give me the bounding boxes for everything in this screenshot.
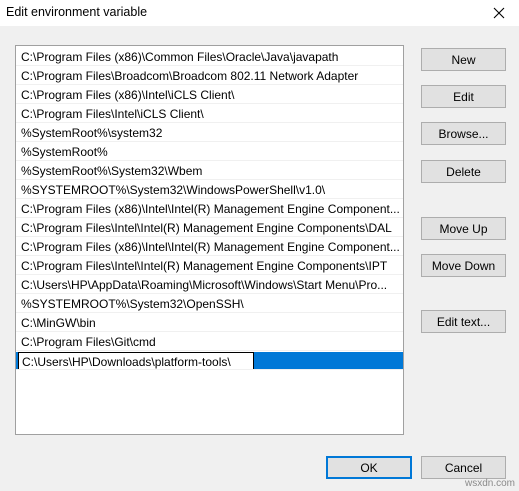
list-item[interactable]: %SYSTEMROOT%\System32\WindowsPowerShell\…	[16, 181, 403, 199]
move-up-button[interactable]: Move Up	[421, 217, 506, 240]
ok-button[interactable]: OK	[326, 456, 412, 479]
list-item[interactable]: C:\Users\HP\AppData\Roaming\Microsoft\Wi…	[16, 276, 403, 294]
list-item-text: %SystemRoot%\system32	[21, 126, 163, 140]
path-edit-input[interactable]	[18, 352, 254, 369]
move-down-button[interactable]: Move Down	[421, 254, 506, 277]
list-item-text: %SYSTEMROOT%\System32\WindowsPowerShell\…	[21, 183, 326, 197]
edit-button[interactable]: Edit	[421, 85, 506, 108]
delete-button[interactable]: Delete	[421, 160, 506, 183]
close-button[interactable]	[479, 0, 519, 26]
list-item[interactable]: C:\Program Files\Git\cmd	[16, 333, 403, 351]
browse-button[interactable]: Browse...	[421, 122, 506, 145]
list-item[interactable]: C:\Program Files\Broadcom\Broadcom 802.1…	[16, 67, 403, 85]
list-item-text: %SystemRoot%\System32\Wbem	[21, 164, 203, 178]
list-item-text: C:\Program Files (x86)\Intel\Intel(R) Ma…	[21, 202, 400, 216]
window-title: Edit environment variable	[6, 5, 148, 19]
list-item[interactable]: %SystemRoot%	[16, 143, 403, 161]
list-item-text: C:\Users\HP\AppData\Roaming\Microsoft\Wi…	[21, 278, 388, 292]
path-list[interactable]: C:\Program Files (x86)\Common Files\Orac…	[15, 45, 404, 435]
list-item[interactable]: C:\Program Files\Intel\iCLS Client\	[16, 105, 403, 123]
list-item-editing[interactable]	[16, 352, 403, 370]
list-item-text: C:\Program Files\Broadcom\Broadcom 802.1…	[21, 69, 359, 83]
close-icon	[493, 7, 505, 19]
list-item-text: C:\MinGW\bin	[21, 316, 96, 330]
list-item[interactable]: C:\Program Files\Intel\Intel(R) Manageme…	[16, 257, 403, 275]
list-item[interactable]: C:\Program Files (x86)\Intel\Intel(R) Ma…	[16, 238, 403, 256]
cancel-button[interactable]: Cancel	[421, 456, 506, 479]
edit-text-button[interactable]: Edit text...	[421, 310, 506, 333]
list-item-text: C:\Program Files (x86)\Intel\Intel(R) Ma…	[21, 240, 400, 254]
list-item-text: C:\Program Files\Intel\Intel(R) Manageme…	[21, 259, 388, 273]
list-item-text: C:\Program Files (x86)\Intel\iCLS Client…	[21, 88, 235, 102]
list-item[interactable]: C:\Program Files (x86)\Intel\iCLS Client…	[16, 86, 403, 104]
list-item[interactable]: %SYSTEMROOT%\System32\OpenSSH\	[16, 295, 403, 313]
list-item[interactable]: C:\Program Files (x86)\Common Files\Orac…	[16, 48, 403, 66]
list-item-text: C:\Program Files\Intel\Intel(R) Manageme…	[21, 221, 392, 235]
list-item[interactable]: %SystemRoot%\system32	[16, 124, 403, 142]
title-bar: Edit environment variable	[0, 0, 519, 26]
new-button[interactable]: New	[421, 48, 506, 71]
list-item[interactable]: C:\Program Files (x86)\Intel\Intel(R) Ma…	[16, 200, 403, 218]
list-item[interactable]: %SystemRoot%\System32\Wbem	[16, 162, 403, 180]
list-item-text: C:\Program Files\Intel\iCLS Client\	[21, 107, 204, 121]
list-item-text: C:\Program Files (x86)\Common Files\Orac…	[21, 50, 339, 64]
list-item-text: %SYSTEMROOT%\System32\OpenSSH\	[21, 297, 244, 311]
list-item-text: %SystemRoot%	[21, 145, 108, 159]
list-item[interactable]: C:\MinGW\bin	[16, 314, 403, 332]
watermark: wsxdn.com	[464, 478, 515, 489]
list-item[interactable]: C:\Program Files\Intel\Intel(R) Manageme…	[16, 219, 403, 237]
list-item-text: C:\Program Files\Git\cmd	[21, 335, 156, 349]
